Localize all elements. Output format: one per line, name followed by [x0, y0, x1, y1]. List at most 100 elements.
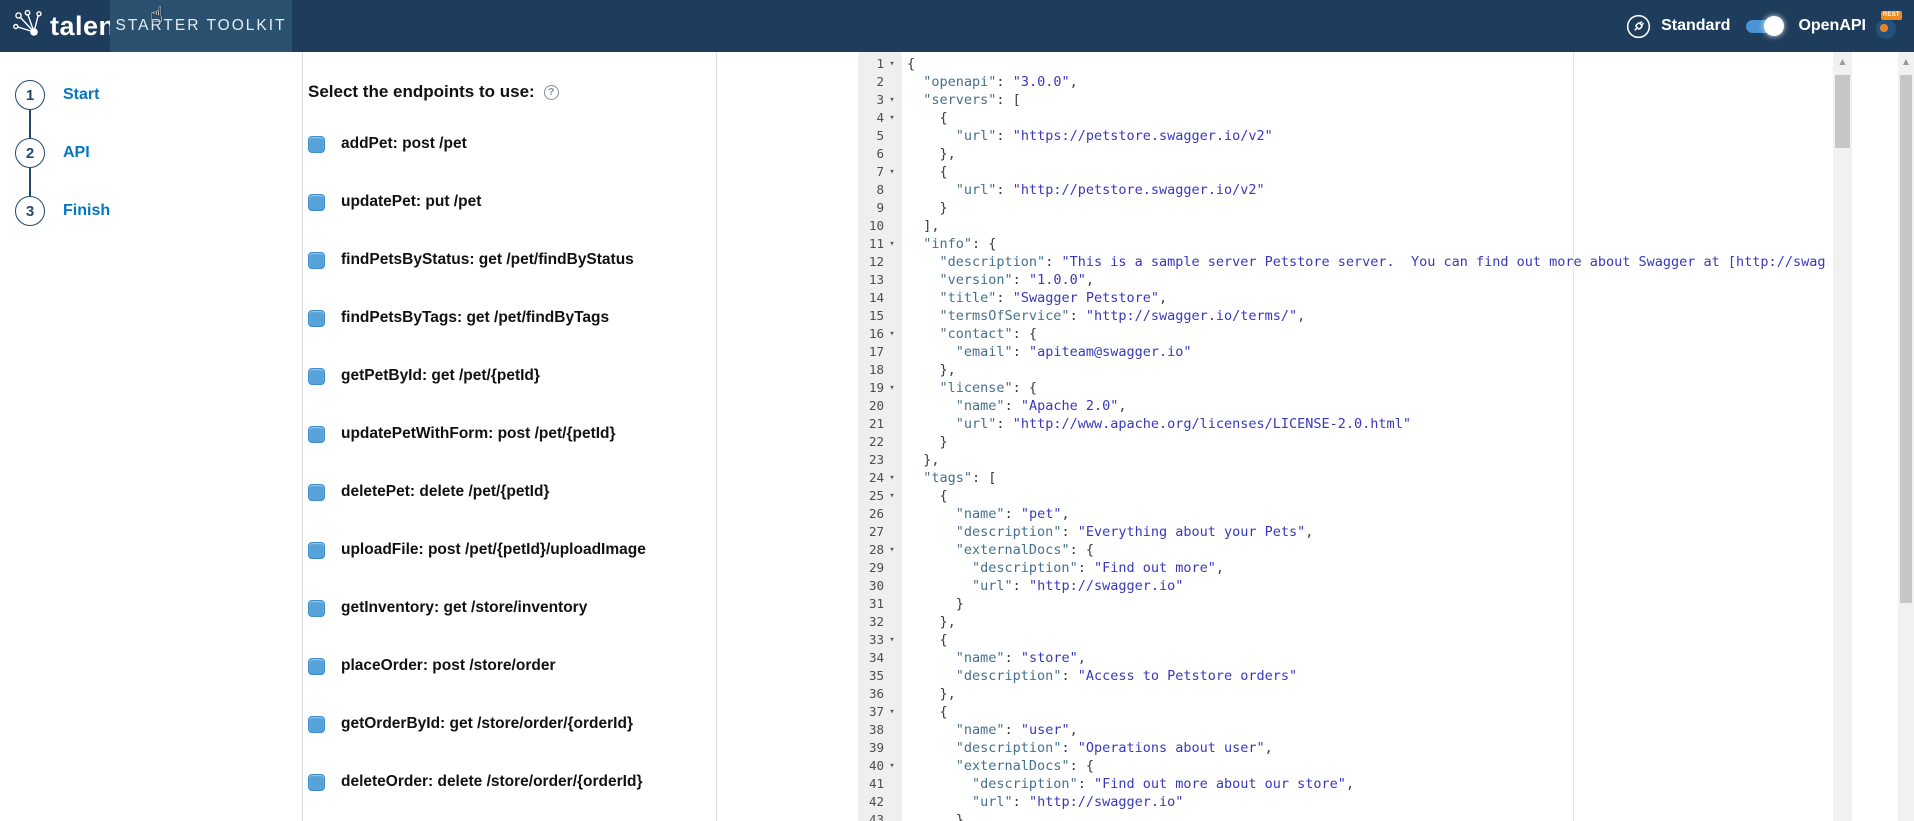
endpoint-label[interactable]: deletePet: delete /pet/{petId}	[341, 483, 549, 501]
code-line: {	[907, 55, 1833, 73]
gutter-line: 8	[858, 181, 902, 199]
endpoint-checkbox[interactable]	[308, 658, 325, 675]
endpoint-checkbox[interactable]	[308, 484, 325, 501]
endpoint-checkbox[interactable]	[308, 774, 325, 791]
scroll-up-icon[interactable]: ▲	[1833, 52, 1852, 66]
step-number: 1	[15, 80, 45, 110]
scroll-up-icon[interactable]: ▲	[1898, 52, 1914, 66]
endpoint-label[interactable]: getOrderById: get /store/order/{orderId}	[341, 715, 633, 733]
endpoint-label[interactable]: deleteOrder: delete /store/order/{orderI…	[341, 773, 642, 791]
editor-code-area[interactable]: { "openapi": "3.0.0", "servers": [ { "ur…	[902, 52, 1833, 821]
endpoint-checkbox[interactable]	[308, 600, 325, 617]
fold-arrow-icon[interactable]: ▾	[884, 487, 900, 505]
toggle-knob[interactable]	[1764, 16, 1784, 36]
page-scrollbar-thumb[interactable]	[1900, 75, 1912, 603]
code-line: "description": "Operations about user",	[907, 739, 1833, 757]
fold-arrow-icon[interactable]: ▾	[884, 109, 900, 127]
fold-arrow-icon[interactable]: ▾	[884, 235, 900, 253]
step-connector	[29, 110, 31, 138]
endpoint-label[interactable]: findPetsByStatus: get /pet/findByStatus	[341, 251, 634, 269]
endpoint-checkbox[interactable]	[308, 310, 325, 327]
fold-arrow-icon[interactable]: ▾	[884, 757, 900, 775]
openapi-code-editor[interactable]: 1▾23▾4▾567▾891011▾1213141516▾171819▾2021…	[717, 52, 1914, 821]
endpoint-label[interactable]: updatePetWithForm: post /pet/{petId}	[341, 425, 616, 443]
line-number: 2	[858, 73, 884, 91]
endpoint-label[interactable]: getPetById: get /pet/{petId}	[341, 367, 540, 385]
fold-arrow-icon[interactable]: ▾	[884, 631, 900, 649]
line-number: 5	[858, 127, 884, 145]
endpoint-label[interactable]: addPet: post /pet	[341, 135, 467, 153]
endpoint-label[interactable]: findPetsByTags: get /pet/findByTags	[341, 309, 609, 327]
line-number: 34	[858, 649, 884, 667]
mode-toggle-switch[interactable]	[1744, 16, 1784, 36]
code-line: ],	[907, 217, 1833, 235]
code-line: "title": "Swagger Petstore",	[907, 289, 1833, 307]
line-number: 17	[858, 343, 884, 361]
fold-arrow-icon[interactable]: ▾	[884, 163, 900, 181]
code-line: "description": "Find out more",	[907, 559, 1833, 577]
editor-scrollbar: ▲	[1833, 52, 1852, 821]
code-line: {	[907, 631, 1833, 649]
gutter-line: 15	[858, 307, 902, 325]
line-number: 43	[858, 811, 884, 821]
endpoint-checkbox[interactable]	[308, 426, 325, 443]
line-number: 31	[858, 595, 884, 613]
starter-toolkit-tab[interactable]: STARTER TOOLKIT	[110, 0, 292, 52]
endpoint-label[interactable]: placeOrder: post /store/order	[341, 657, 555, 675]
gutter-line: 1▾	[858, 55, 902, 73]
line-number: 35	[858, 667, 884, 685]
mouse-cursor-icon: ☝	[150, 3, 163, 28]
line-number: 13	[858, 271, 884, 289]
help-icon[interactable]: ?	[544, 85, 559, 100]
gutter-line: 2	[858, 73, 902, 91]
gutter-line: 9	[858, 199, 902, 217]
fold-arrow-icon[interactable]: ▾	[884, 379, 900, 397]
endpoint-label[interactable]: uploadFile: post /pet/{petId}/uploadImag…	[341, 541, 646, 559]
endpoint-checkbox[interactable]	[308, 542, 325, 559]
gutter-line: 13	[858, 271, 902, 289]
endpoint-row: getOrderById: get /store/order/{orderId}	[308, 715, 716, 733]
fold-arrow-icon[interactable]: ▾	[884, 91, 900, 109]
line-number: 1	[858, 55, 884, 73]
line-number: 23	[858, 451, 884, 469]
fold-arrow-icon[interactable]: ▾	[884, 55, 900, 73]
code-line: "contact": {	[907, 325, 1833, 343]
endpoint-row: updatePetWithForm: post /pet/{petId}	[308, 425, 716, 443]
code-line: },	[907, 361, 1833, 379]
gutter-line: 40▾	[858, 757, 902, 775]
code-line: "version": "1.0.0",	[907, 271, 1833, 289]
code-line: "termsOfService": "http://swagger.io/ter…	[907, 307, 1833, 325]
endpoint-checkbox[interactable]	[308, 368, 325, 385]
stepper-item-finish[interactable]: 3 Finish	[15, 196, 110, 226]
code-line: "tags": [	[907, 469, 1833, 487]
fold-arrow-icon[interactable]: ▾	[884, 325, 900, 343]
endpoint-label[interactable]: getInventory: get /store/inventory	[341, 599, 587, 617]
endpoint-checkbox[interactable]	[308, 252, 325, 269]
fold-arrow-icon[interactable]: ▾	[884, 541, 900, 559]
stepper-item-api[interactable]: 2 API	[15, 138, 90, 168]
gutter-line: 35	[858, 667, 902, 685]
endpoint-checkbox[interactable]	[308, 194, 325, 211]
gutter-line: 5	[858, 127, 902, 145]
line-number: 8	[858, 181, 884, 199]
code-line: }	[907, 199, 1833, 217]
line-number: 11	[858, 235, 884, 253]
endpoint-label[interactable]: updatePet: put /pet	[341, 193, 481, 211]
editor-gutter: 1▾23▾4▾567▾891011▾1213141516▾171819▾2021…	[858, 52, 902, 821]
stepper-item-start[interactable]: 1 Start	[15, 80, 99, 110]
endpoint-row: findPetsByStatus: get /pet/findByStatus	[308, 251, 716, 269]
code-line: "openapi": "3.0.0",	[907, 73, 1833, 91]
endpoint-checkbox[interactable]	[308, 136, 325, 153]
gutter-line: 38	[858, 721, 902, 739]
line-number: 25	[858, 487, 884, 505]
line-number: 32	[858, 613, 884, 631]
fold-arrow-icon[interactable]: ▾	[884, 469, 900, 487]
code-line: {	[907, 487, 1833, 505]
line-number: 28	[858, 541, 884, 559]
line-number: 14	[858, 289, 884, 307]
code-line: "externalDocs": {	[907, 757, 1833, 775]
editor-scrollbar-thumb[interactable]	[1835, 75, 1850, 148]
endpoint-checkbox[interactable]	[308, 716, 325, 733]
globe-icon	[1876, 19, 1896, 39]
fold-arrow-icon[interactable]: ▾	[884, 703, 900, 721]
